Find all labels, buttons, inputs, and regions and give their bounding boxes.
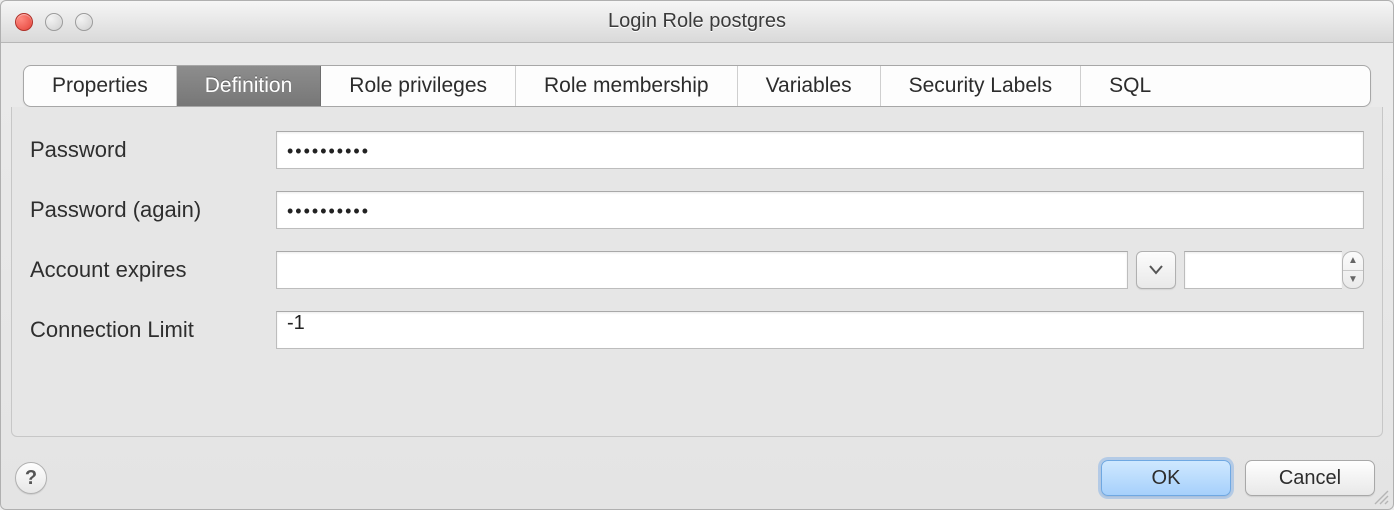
tab-variables[interactable]: Variables	[738, 66, 881, 106]
account-expires-spin: ▲ ▼	[1184, 251, 1364, 289]
zoom-icon[interactable]	[75, 13, 93, 31]
account-expires-spin-field[interactable]	[1184, 251, 1342, 289]
tab-label: SQL	[1109, 74, 1151, 98]
spin-up-button[interactable]: ▲	[1343, 252, 1363, 271]
tab-definition[interactable]: Definition	[177, 66, 322, 106]
minimize-icon[interactable]	[45, 13, 63, 31]
chevron-down-icon	[1149, 265, 1163, 275]
connection-limit-field[interactable]: -1	[276, 311, 1364, 349]
tab-role-privileges[interactable]: Role privileges	[321, 66, 516, 106]
dialog-footer: ? OK Cancel	[1, 447, 1393, 509]
tab-bar: Properties Definition Role privileges Ro…	[23, 65, 1371, 107]
help-icon: ?	[25, 467, 37, 490]
cancel-button[interactable]: Cancel	[1245, 460, 1375, 496]
account-expires-field[interactable]	[276, 251, 1128, 289]
account-expires-label: Account expires	[30, 257, 262, 283]
tab-label: Variables	[766, 74, 852, 98]
window-title: Login Role postgres	[1, 10, 1393, 33]
spin-buttons: ▲ ▼	[1342, 251, 1364, 289]
ok-button[interactable]: OK	[1101, 460, 1231, 496]
tab-label: Role privileges	[349, 74, 487, 98]
window-controls	[1, 13, 93, 31]
button-label: Cancel	[1279, 467, 1341, 489]
account-expires-dropdown-button[interactable]	[1136, 251, 1176, 289]
tab-sql[interactable]: SQL	[1081, 66, 1179, 106]
form-panel: Password •••••••••• Password (again) •••…	[11, 107, 1383, 437]
tab-label: Properties	[52, 74, 148, 98]
password-again-field[interactable]: ••••••••••	[276, 191, 1364, 229]
resize-grip-icon[interactable]	[1371, 487, 1389, 505]
button-label: OK	[1152, 467, 1181, 489]
help-button[interactable]: ?	[15, 462, 47, 494]
tab-label: Role membership	[544, 74, 709, 98]
titlebar: Login Role postgres	[1, 1, 1393, 43]
tab-role-membership[interactable]: Role membership	[516, 66, 738, 106]
connection-limit-label: Connection Limit	[30, 317, 262, 343]
password-label: Password	[30, 137, 262, 163]
password-again-label: Password (again)	[30, 197, 262, 223]
tab-security-labels[interactable]: Security Labels	[881, 66, 1082, 106]
close-icon[interactable]	[15, 13, 33, 31]
dialog-window: Login Role postgres Properties Definitio…	[0, 0, 1394, 510]
spin-down-button[interactable]: ▼	[1343, 271, 1363, 289]
password-field[interactable]: ••••••••••	[276, 131, 1364, 169]
tab-label: Definition	[205, 74, 293, 98]
tab-properties[interactable]: Properties	[24, 66, 177, 106]
tab-label: Security Labels	[909, 74, 1053, 98]
